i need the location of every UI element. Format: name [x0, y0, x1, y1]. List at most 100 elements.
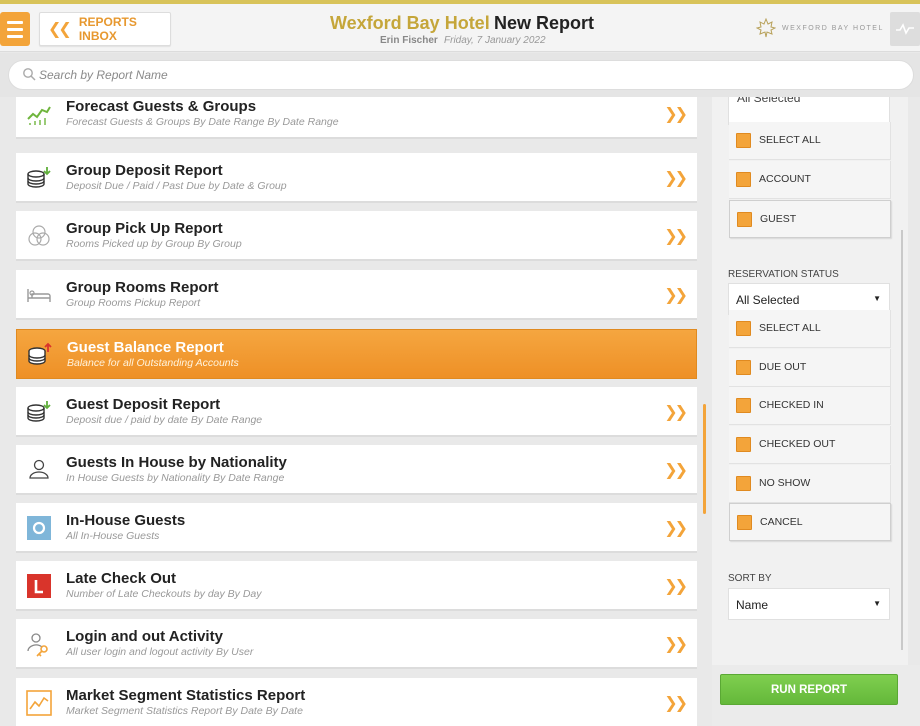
report-item-group-rooms[interactable]: Group Rooms Report Group Rooms Pickup Re…: [16, 270, 697, 320]
reservation-status-label: RESERVATION STATUS: [728, 269, 839, 280]
list-scrollbar[interactable]: [703, 404, 706, 514]
double-chevron-left-icon: ❮❮: [48, 21, 72, 38]
report-name: Forecast Guests & Groups: [66, 98, 257, 115]
checkbox-select-all[interactable]: SELECT ALL: [729, 122, 891, 160]
user-key-icon: [27, 633, 48, 657]
checkbox[interactable]: [736, 437, 751, 452]
coins-balance-icon: [28, 342, 52, 365]
header: ❮❮ REPORTS INBOX Wexford Bay Hotel New R…: [0, 4, 920, 52]
report-item-group-deposit[interactable]: Group Deposit Report Deposit Due / Paid …: [16, 153, 697, 203]
report-item-guest-deposit[interactable]: Guest Deposit Report Deposit due / paid …: [16, 387, 697, 437]
report-description: Rooms Picked up by Group By Group: [66, 238, 242, 250]
checkbox[interactable]: [736, 321, 751, 336]
checkbox[interactable]: [736, 133, 751, 148]
maple-leaf-icon: [756, 18, 776, 38]
report-name: Guest Deposit Report: [66, 396, 221, 413]
checkbox-label: SELECT ALL: [759, 134, 821, 146]
checkbox[interactable]: [737, 212, 752, 227]
checkbox-checked-out[interactable]: CHECKED OUT: [729, 426, 891, 464]
checkbox[interactable]: [736, 172, 751, 187]
coins-deposit-icon: [27, 167, 51, 188]
checkbox-account[interactable]: ACCOUNT: [729, 161, 891, 199]
checkbox-label: CHECKED OUT: [759, 438, 836, 450]
report-name: Group Pick Up Report: [66, 220, 223, 237]
checkbox-label: GUEST: [760, 213, 797, 225]
run-report-button[interactable]: RUN REPORT: [720, 674, 898, 705]
checkbox-label: ACCOUNT: [759, 173, 811, 185]
reports-inbox-button[interactable]: ❮❮ REPORTS INBOX: [39, 12, 171, 46]
checkbox-cancel[interactable]: CANCEL: [729, 503, 891, 541]
checkbox[interactable]: [737, 515, 752, 530]
report-description: Deposit Due / Paid / Past Due by Date & …: [66, 180, 287, 192]
title-block: Wexford Bay Hotel New Report Erin Fische…: [330, 10, 600, 50]
report-item-market-segment[interactable]: Market Segment Statistics Report Market …: [16, 678, 697, 726]
chevron-right-icon: ❯❯: [664, 287, 688, 304]
group-circles-icon: [28, 225, 50, 246]
report-description: Market Segment Statistics Report By Date…: [66, 705, 303, 717]
caret-down-icon: ▼: [873, 599, 881, 608]
report-name: Group Deposit Report: [66, 162, 223, 179]
pulse-icon: [896, 23, 914, 35]
report-name: Login and out Activity: [66, 628, 223, 645]
report-name: Group Rooms Report: [66, 279, 219, 296]
report-list: Forecast Guests & Groups Forecast Guests…: [0, 97, 708, 726]
line-chart-icon: [26, 690, 52, 716]
report-description: Group Rooms Pickup Report: [66, 297, 201, 309]
hotel-logo: WEXFORD BAY HOTEL: [756, 18, 884, 38]
report-item-guest-balance[interactable]: Guest Balance Report Balance for all Out…: [16, 329, 697, 379]
report-name: Market Segment Statistics Report: [66, 687, 306, 704]
sort-by-dropdown[interactable]: Name ▼: [728, 588, 890, 620]
checkbox-label: DUE OUT: [759, 361, 807, 373]
checkbox[interactable]: [736, 476, 751, 491]
chevron-right-icon: ❯❯: [664, 404, 688, 421]
report-item-late-check-out[interactable]: Late Check Out Number of Late Checkouts …: [16, 561, 697, 611]
search-icon: [23, 68, 36, 81]
user-name: Erin Fischer: [380, 35, 438, 46]
current-date: Friday, 7 January 2022: [444, 35, 546, 46]
checkbox-due-out[interactable]: DUE OUT: [729, 349, 891, 387]
panel-scrollbar[interactable]: [901, 230, 903, 650]
checkbox-label: NO SHOW: [759, 477, 811, 489]
hamburger-icon: [7, 20, 23, 24]
chevron-right-icon: ❯❯: [664, 462, 688, 479]
checkbox-checked-in[interactable]: CHECKED IN: [729, 387, 891, 425]
footer: RUN REPORT: [712, 665, 920, 726]
chevron-right-icon: ❯❯: [664, 106, 688, 123]
dropdown-value: All Selected: [736, 293, 800, 307]
menu-button[interactable]: [0, 12, 30, 46]
search-input[interactable]: [8, 60, 914, 90]
report-description: Forecast Guests & Groups By Date Range B…: [66, 116, 339, 128]
hotel-name: Wexford Bay Hotel: [330, 13, 490, 33]
sort-by-label: SORT BY: [728, 573, 772, 584]
report-description: Deposit due / paid by date By Date Range: [66, 414, 263, 426]
checkbox[interactable]: [736, 360, 751, 375]
reports-inbox-label: REPORTS INBOX: [78, 15, 137, 43]
report-description: Balance for all Outstanding Accounts: [67, 357, 239, 369]
report-item-forecast-guests[interactable]: Forecast Guests & Groups Forecast Guests…: [16, 97, 697, 139]
search-bar: [0, 53, 920, 97]
report-item-group-pick-up[interactable]: Group Pick Up Report Rooms Picked up by …: [16, 211, 697, 261]
checkbox-label: SELECT ALL: [759, 322, 821, 334]
checkbox-no-show[interactable]: NO SHOW: [729, 465, 891, 503]
chevron-right-icon: ❯❯: [664, 228, 688, 245]
report-item-in-house-guests[interactable]: In-House Guests All In-House Guests ❯❯: [16, 503, 697, 553]
caret-down-icon: ▼: [873, 294, 881, 303]
account-type-dropdown[interactable]: All Selected: [728, 97, 890, 125]
checkbox-label: CANCEL: [760, 516, 803, 528]
dropdown-value: All Selected: [737, 97, 801, 105]
chevron-right-icon: ❯❯: [664, 170, 688, 187]
report-description: Number of Late Checkouts by day By Day: [66, 588, 262, 600]
report-item-guests-nationality[interactable]: Guests In House by Nationality In House …: [16, 445, 697, 495]
checkbox-status-select-all[interactable]: SELECT ALL: [729, 310, 891, 348]
bed-icon: [27, 289, 51, 302]
report-name: Late Check Out: [66, 570, 177, 587]
late-badge-icon: [27, 574, 51, 598]
coins-deposit-icon: [27, 401, 51, 422]
dropdown-value: Name: [736, 598, 769, 612]
checkbox-guest[interactable]: GUEST: [729, 200, 891, 238]
checkbox[interactable]: [736, 398, 751, 413]
person-icon: [29, 459, 49, 479]
filter-panel: All Selected SELECT ALL ACCOUNT GUEST RE…: [712, 97, 908, 665]
activity-button[interactable]: [890, 12, 920, 46]
report-item-login-activity[interactable]: Login and out Activity All user login an…: [16, 619, 697, 669]
